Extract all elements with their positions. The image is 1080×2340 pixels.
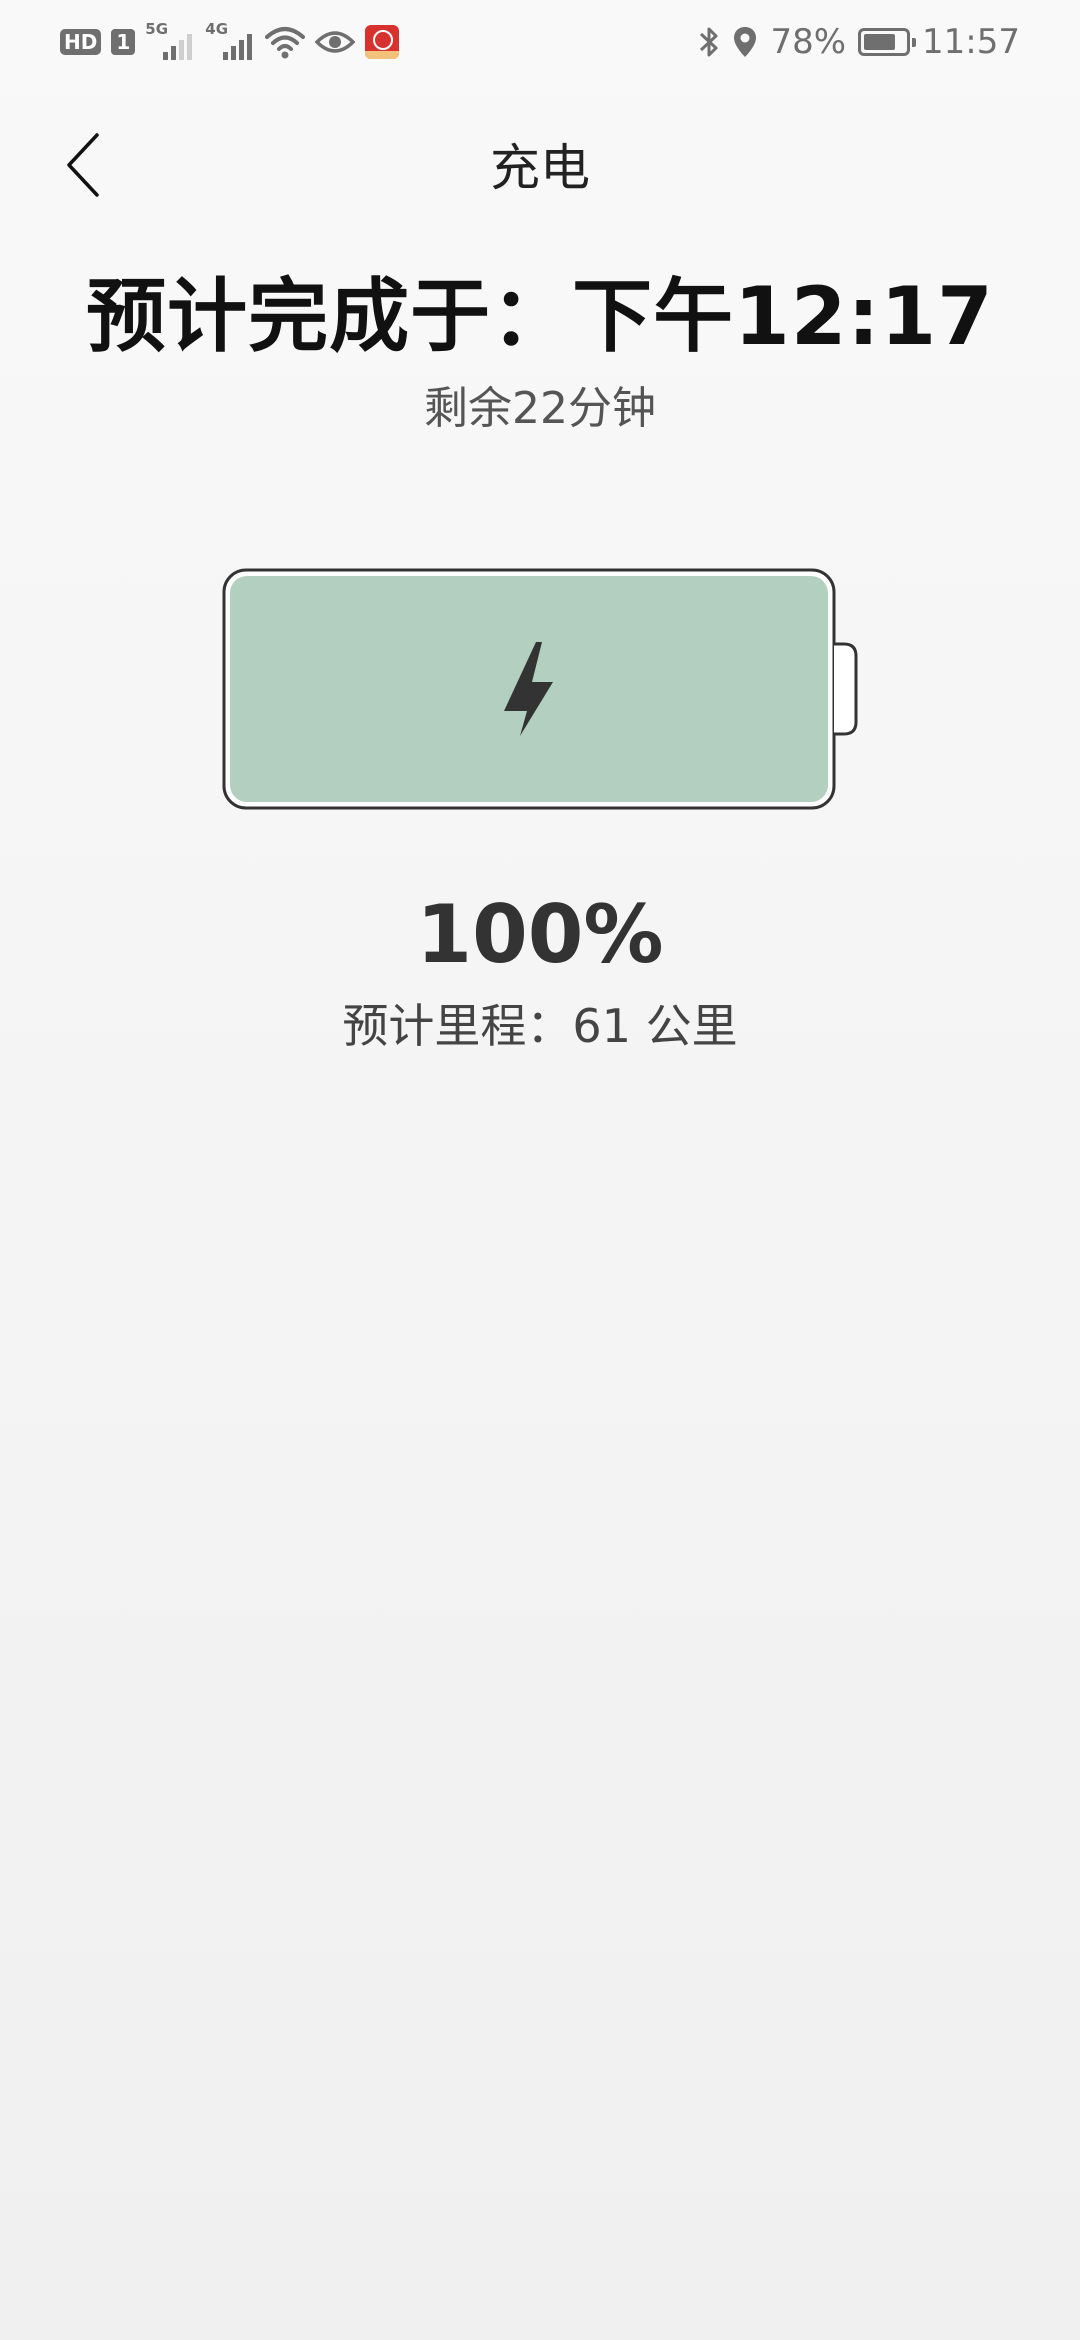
status-bar: HD 1 5G 4G 78% 11:57 <box>0 0 1080 80</box>
location-icon <box>734 27 757 57</box>
status-bar-left: HD 1 5G 4G <box>60 20 400 64</box>
remaining-time: 剩余22分钟 <box>424 383 656 434</box>
battery-terminal <box>834 642 858 736</box>
sim-badge: 1 <box>111 29 136 55</box>
charge-eta: 预计完成于：下午12:17 <box>86 270 994 363</box>
signal-4g-icon: 4G <box>205 20 255 62</box>
bluetooth-icon <box>700 27 718 57</box>
estimated-range: 预计里程：61 公里 <box>342 999 738 1053</box>
eye-icon <box>315 31 356 53</box>
battery-percent: 78% <box>770 22 847 62</box>
charge-percent: 100% <box>416 888 664 981</box>
battery-graphic <box>222 568 858 810</box>
app-notification-icon <box>365 25 400 59</box>
hd-voice-badge: HD <box>60 29 102 55</box>
battery-icon <box>858 28 917 56</box>
page-title: 充电 <box>490 139 590 197</box>
clock: 11:57 <box>922 22 1020 62</box>
wifi-icon <box>265 27 306 59</box>
status-bar-right: 78% 11:57 <box>698 20 1020 64</box>
signal-5g-icon: 5G <box>145 20 195 62</box>
